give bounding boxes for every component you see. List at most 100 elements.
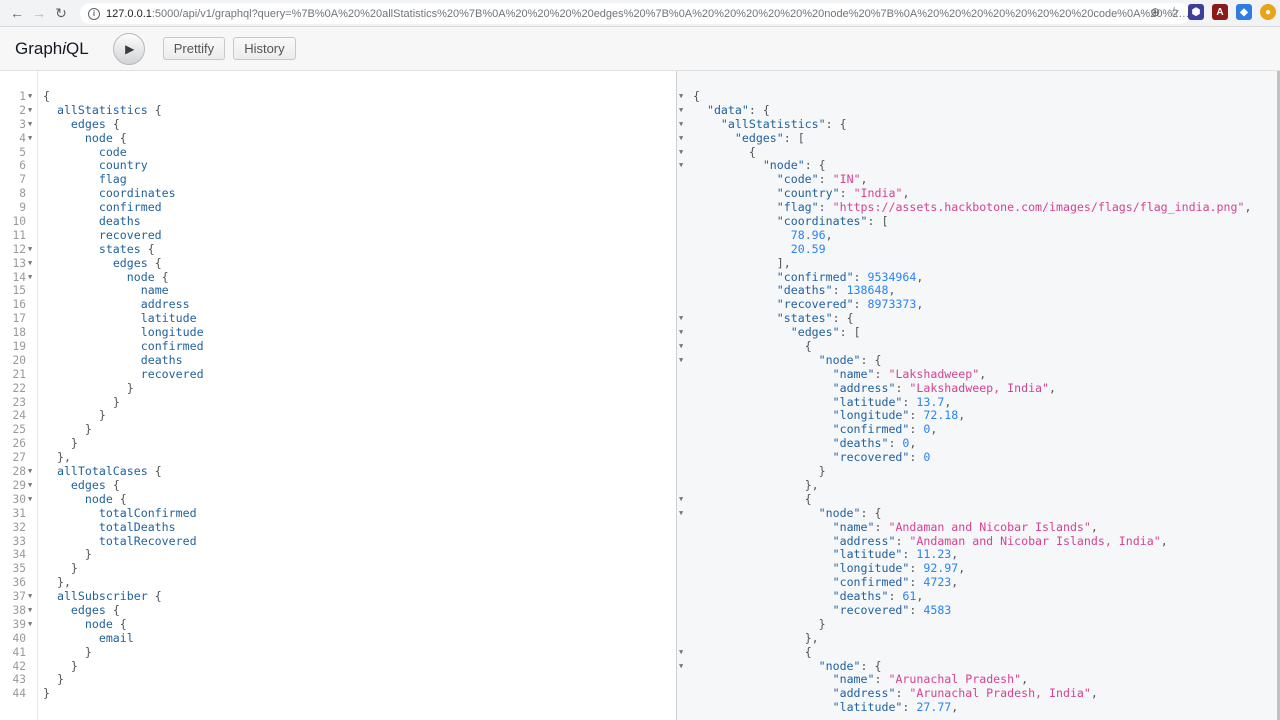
- query-line[interactable]: 27 },: [0, 450, 676, 465]
- fold-arrow-icon[interactable]: ▼: [28, 118, 32, 132]
- query-line-text[interactable]: confirmed: [43, 200, 162, 215]
- query-code[interactable]: 1 ▼{2 ▼ allStatistics {3 ▼ edges {4 ▼ node {…: [0, 89, 676, 701]
- profile-icon[interactable]: ●: [1260, 4, 1276, 20]
- query-line-text[interactable]: },: [43, 575, 71, 590]
- fold-arrow-icon[interactable]: ▼: [28, 132, 32, 146]
- query-line-text[interactable]: code: [43, 145, 127, 160]
- fold-arrow-icon[interactable]: ▼: [679, 326, 683, 340]
- query-line[interactable]: 7 flag: [0, 172, 676, 187]
- back-icon[interactable]: ←: [6, 2, 28, 24]
- query-line[interactable]: 24 }: [0, 409, 676, 423]
- query-line-text[interactable]: node {: [43, 617, 127, 632]
- fold-arrow-icon[interactable]: ▼: [679, 104, 683, 118]
- query-line-text[interactable]: },: [43, 450, 71, 465]
- query-line-text[interactable]: edges {: [43, 603, 120, 618]
- query-line[interactable]: 31 totalConfirmed: [0, 506, 676, 521]
- fold-arrow-icon[interactable]: ▼: [28, 465, 32, 479]
- query-line-text[interactable]: edges {: [43, 256, 162, 271]
- query-line-text[interactable]: name: [43, 284, 169, 298]
- query-line[interactable]: 38 ▼ edges {: [0, 603, 676, 618]
- query-line-text[interactable]: deaths: [43, 353, 183, 368]
- query-line[interactable]: 37 ▼ allSubscriber {: [0, 589, 676, 604]
- fold-arrow-icon[interactable]: ▼: [679, 646, 683, 660]
- extension-hexagon-icon[interactable]: ⬢: [1188, 4, 1204, 20]
- query-line-text[interactable]: coordinates: [43, 186, 176, 201]
- fold-arrow-icon[interactable]: ▼: [28, 604, 32, 618]
- query-line[interactable]: 12 ▼ states {: [0, 242, 676, 257]
- query-line-text[interactable]: }: [43, 436, 78, 451]
- query-line-text[interactable]: recovered: [43, 228, 162, 243]
- query-line-text[interactable]: confirmed: [43, 339, 204, 354]
- query-line-text[interactable]: longitude: [43, 325, 204, 340]
- query-line[interactable]: 15 name: [0, 284, 676, 298]
- query-line-text[interactable]: }: [43, 395, 120, 410]
- fold-arrow-icon[interactable]: ▼: [679, 340, 683, 354]
- query-line-text[interactable]: }: [43, 659, 78, 674]
- address-bar[interactable]: i 127.0.0.1:5000/api/v1/graphql?query=%7…: [80, 3, 1190, 24]
- query-line[interactable]: 22 }: [0, 381, 676, 396]
- query-line[interactable]: 34 }: [0, 547, 676, 562]
- fold-arrow-icon[interactable]: ▼: [679, 354, 683, 368]
- query-line[interactable]: 8 coordinates: [0, 186, 676, 201]
- query-line-text[interactable]: totalConfirmed: [43, 506, 197, 521]
- query-editor[interactable]: 1 ▼{2 ▼ allStatistics {3 ▼ edges {4 ▼ node {…: [0, 71, 676, 720]
- query-line[interactable]: 29 ▼ edges {: [0, 478, 676, 493]
- query-line[interactable]: 19 confirmed: [0, 339, 676, 354]
- fold-arrow-icon[interactable]: ▼: [679, 312, 683, 326]
- fold-arrow-icon[interactable]: ▼: [679, 493, 683, 507]
- pdf-extension-icon[interactable]: A: [1212, 4, 1228, 20]
- query-line[interactable]: 39 ▼ node {: [0, 617, 676, 632]
- fold-arrow-icon[interactable]: ▼: [679, 507, 683, 521]
- fold-arrow-icon[interactable]: ▼: [679, 118, 683, 132]
- info-icon[interactable]: i: [88, 7, 100, 20]
- query-line[interactable]: 1 ▼ {: [0, 89, 676, 104]
- query-line-text[interactable]: node {: [43, 270, 169, 285]
- fold-arrow-icon[interactable]: ▼: [679, 90, 683, 104]
- query-line[interactable]: 40 email: [0, 631, 676, 646]
- query-line-text[interactable]: edges {: [43, 478, 120, 493]
- fold-arrow-icon[interactable]: ▼: [28, 493, 32, 507]
- query-line[interactable]: 13 ▼ edges {: [0, 256, 676, 271]
- query-line[interactable]: 21 recovered: [0, 367, 676, 382]
- query-line-text[interactable]: allTotalCases {: [43, 464, 162, 479]
- query-line-text[interactable]: }: [43, 645, 92, 660]
- query-line-text[interactable]: allSubscriber {: [43, 589, 162, 604]
- query-line[interactable]: 5 code: [0, 145, 676, 160]
- query-line-text[interactable]: address: [43, 297, 190, 312]
- query-line[interactable]: 18 longitude: [0, 325, 676, 340]
- query-line-text[interactable]: }: [43, 561, 78, 576]
- fold-arrow-icon[interactable]: ▼: [28, 271, 32, 285]
- query-line-text[interactable]: recovered: [43, 367, 204, 382]
- history-button[interactable]: History: [233, 37, 296, 60]
- query-line-text[interactable]: }: [43, 686, 50, 701]
- query-line[interactable]: 16 address: [0, 297, 676, 312]
- query-line[interactable]: 42 }: [0, 659, 676, 674]
- query-line-text[interactable]: latitude: [43, 311, 197, 326]
- query-line[interactable]: 26 }: [0, 436, 676, 451]
- query-line[interactable]: 25 }: [0, 422, 676, 437]
- query-line-text[interactable]: totalDeaths: [43, 520, 176, 535]
- query-line-text[interactable]: edges {: [43, 117, 120, 132]
- query-line[interactable]: 30 ▼ node {: [0, 492, 676, 507]
- fold-arrow-icon[interactable]: ▼: [679, 146, 683, 160]
- tag-extension-icon[interactable]: ◆: [1236, 4, 1252, 20]
- query-line-text[interactable]: node {: [43, 492, 127, 507]
- query-line-text[interactable]: flag: [43, 172, 127, 187]
- fold-arrow-icon[interactable]: ▼: [679, 159, 683, 173]
- query-line[interactable]: 43 }: [0, 672, 676, 687]
- query-line[interactable]: 32 totalDeaths: [0, 520, 676, 535]
- reload-icon[interactable]: ↻: [50, 2, 72, 24]
- query-line[interactable]: 9 confirmed: [0, 200, 676, 215]
- query-line-text[interactable]: deaths: [43, 214, 141, 229]
- query-line-text[interactable]: }: [43, 672, 64, 687]
- fold-arrow-icon[interactable]: ▼: [28, 479, 32, 493]
- query-line[interactable]: 20 deaths: [0, 353, 676, 368]
- query-line[interactable]: 36 },: [0, 575, 676, 590]
- query-line[interactable]: 33 totalRecovered: [0, 534, 676, 549]
- query-line-text[interactable]: {: [43, 89, 50, 104]
- fold-arrow-icon[interactable]: ▼: [28, 257, 32, 271]
- fold-arrow-icon[interactable]: ▼: [28, 590, 32, 604]
- zoom-icon[interactable]: ⊕: [1150, 5, 1160, 19]
- fold-arrow-icon[interactable]: ▼: [28, 104, 32, 118]
- query-line[interactable]: 17 latitude: [0, 311, 676, 326]
